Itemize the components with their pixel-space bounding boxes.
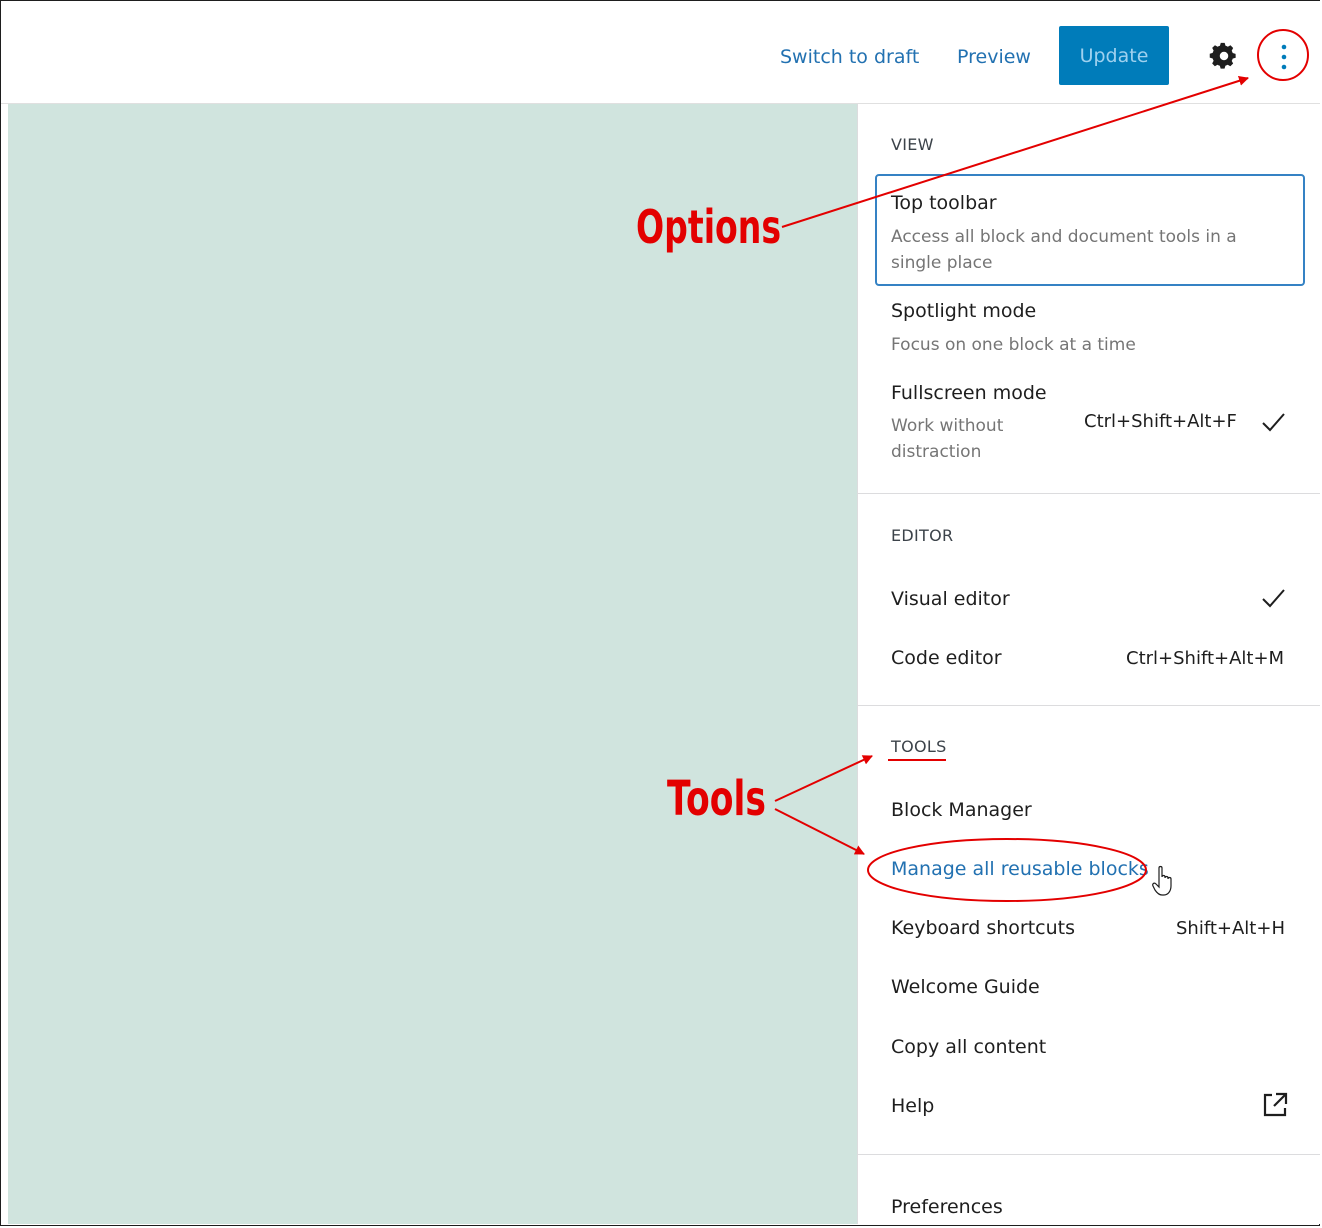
- check-icon: [1262, 589, 1285, 608]
- manage-reusable-blocks-link[interactable]: Manage all reusable blocks: [891, 858, 1149, 880]
- options-annotation-label: Options: [636, 200, 782, 254]
- switch-to-draft-button[interactable]: Switch to draft: [780, 46, 919, 68]
- top-toolbar-description-line1: Access all block and document tools in a: [891, 227, 1237, 247]
- gear-icon[interactable]: [1209, 41, 1239, 71]
- code-editor-label: Code editor: [891, 647, 1002, 669]
- fullscreen-mode-description-line1: Work without: [891, 416, 1004, 436]
- vertical-ellipsis-icon[interactable]: [1259, 32, 1309, 82]
- code-editor-shortcut: Ctrl+Shift+Alt+M: [1126, 648, 1285, 669]
- block-manager-label: Block Manager: [891, 799, 1032, 821]
- preferences-label: Preferences: [891, 1196, 1003, 1218]
- separator: [858, 705, 1320, 706]
- editor-header: Switch to draft Preview Update: [1, 1, 1320, 104]
- keyboard-shortcuts-label: Keyboard shortcuts: [891, 917, 1076, 939]
- keyboard-shortcuts-shortcut: Shift+Alt+H: [1176, 918, 1285, 939]
- copy-all-content-label: Copy all content: [891, 1036, 1047, 1058]
- editor-section-title: EDITOR: [891, 526, 954, 545]
- spotlight-mode-description: Focus on one block at a time: [891, 335, 1136, 355]
- external-link-icon: [1263, 1092, 1288, 1117]
- fullscreen-mode-description-line2: distraction: [891, 442, 982, 462]
- top-toolbar-label: Top toolbar: [891, 192, 997, 214]
- tools-section-title: TOOLS: [891, 737, 947, 756]
- separator: [858, 493, 1320, 494]
- welcome-guide-label: Welcome Guide: [891, 976, 1040, 998]
- separator: [858, 1154, 1320, 1155]
- view-section-title: VIEW: [891, 135, 934, 154]
- update-button[interactable]: Update: [1059, 26, 1169, 85]
- editor-canvas: [8, 104, 857, 1224]
- check-icon: [1262, 413, 1285, 432]
- fullscreen-mode-label: Fullscreen mode: [891, 382, 1047, 404]
- options-menu: VIEW Top toolbar Access all block and do…: [857, 104, 1320, 1224]
- help-label: Help: [891, 1095, 935, 1117]
- top-toolbar-description-line2: single place: [891, 253, 993, 273]
- visual-editor-label: Visual editor: [891, 588, 1010, 610]
- tools-annotation-label: Tools: [667, 771, 766, 827]
- spotlight-mode-label: Spotlight mode: [891, 300, 1037, 322]
- fullscreen-shortcut: Ctrl+Shift+Alt+F: [1084, 411, 1237, 432]
- preview-button[interactable]: Preview: [957, 46, 1031, 68]
